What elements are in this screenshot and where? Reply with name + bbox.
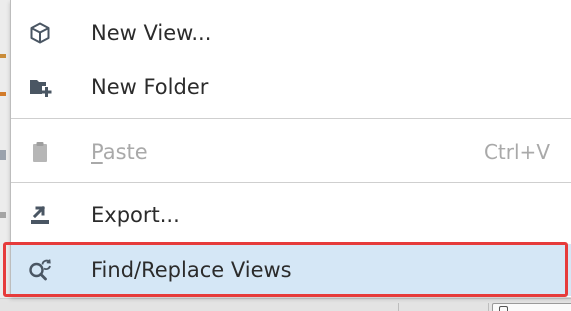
menu-separator (11, 182, 571, 183)
background-fragment (0, 54, 6, 58)
menu-item-find-replace-views[interactable]: Find/Replace Views (11, 244, 571, 296)
menu-item-paste[interactable]: Paste Ctrl+V (11, 127, 571, 177)
background-table-cell (398, 303, 399, 311)
menu-item-shortcut: Ctrl+V (483, 140, 550, 164)
menu-item-label: Find/Replace Views (91, 258, 292, 282)
clipboard-icon (27, 139, 53, 165)
folder-add-icon (27, 74, 53, 100)
menu-item-label: Paste (91, 140, 148, 164)
background-fragment (0, 150, 6, 160)
cube-icon (27, 20, 53, 46)
screenshot-stage: New View... New Folder Paste Ctrl+V Expo… (0, 0, 571, 311)
export-icon (27, 202, 53, 228)
mnemonic-letter: P (91, 140, 103, 164)
menu-item-label: New View... (91, 21, 212, 45)
menu-item-label-rest: aste (102, 140, 148, 164)
background-table-edge (0, 298, 571, 311)
background-fragment (0, 92, 6, 96)
context-menu: New View... New Folder Paste Ctrl+V Expo… (10, 0, 571, 297)
menu-item-label: Export... (91, 203, 180, 227)
menu-item-export[interactable]: Export... (11, 190, 571, 240)
find-replace-icon (27, 257, 53, 283)
menu-item-label: New Folder (91, 75, 209, 99)
menu-item-new-view[interactable]: New View... (11, 8, 571, 58)
background-widget-fragment (492, 303, 571, 311)
menu-separator (11, 118, 571, 119)
background-fragment (0, 212, 6, 218)
menu-item-new-folder[interactable]: New Folder (11, 62, 571, 112)
background-table-cell (488, 303, 489, 311)
